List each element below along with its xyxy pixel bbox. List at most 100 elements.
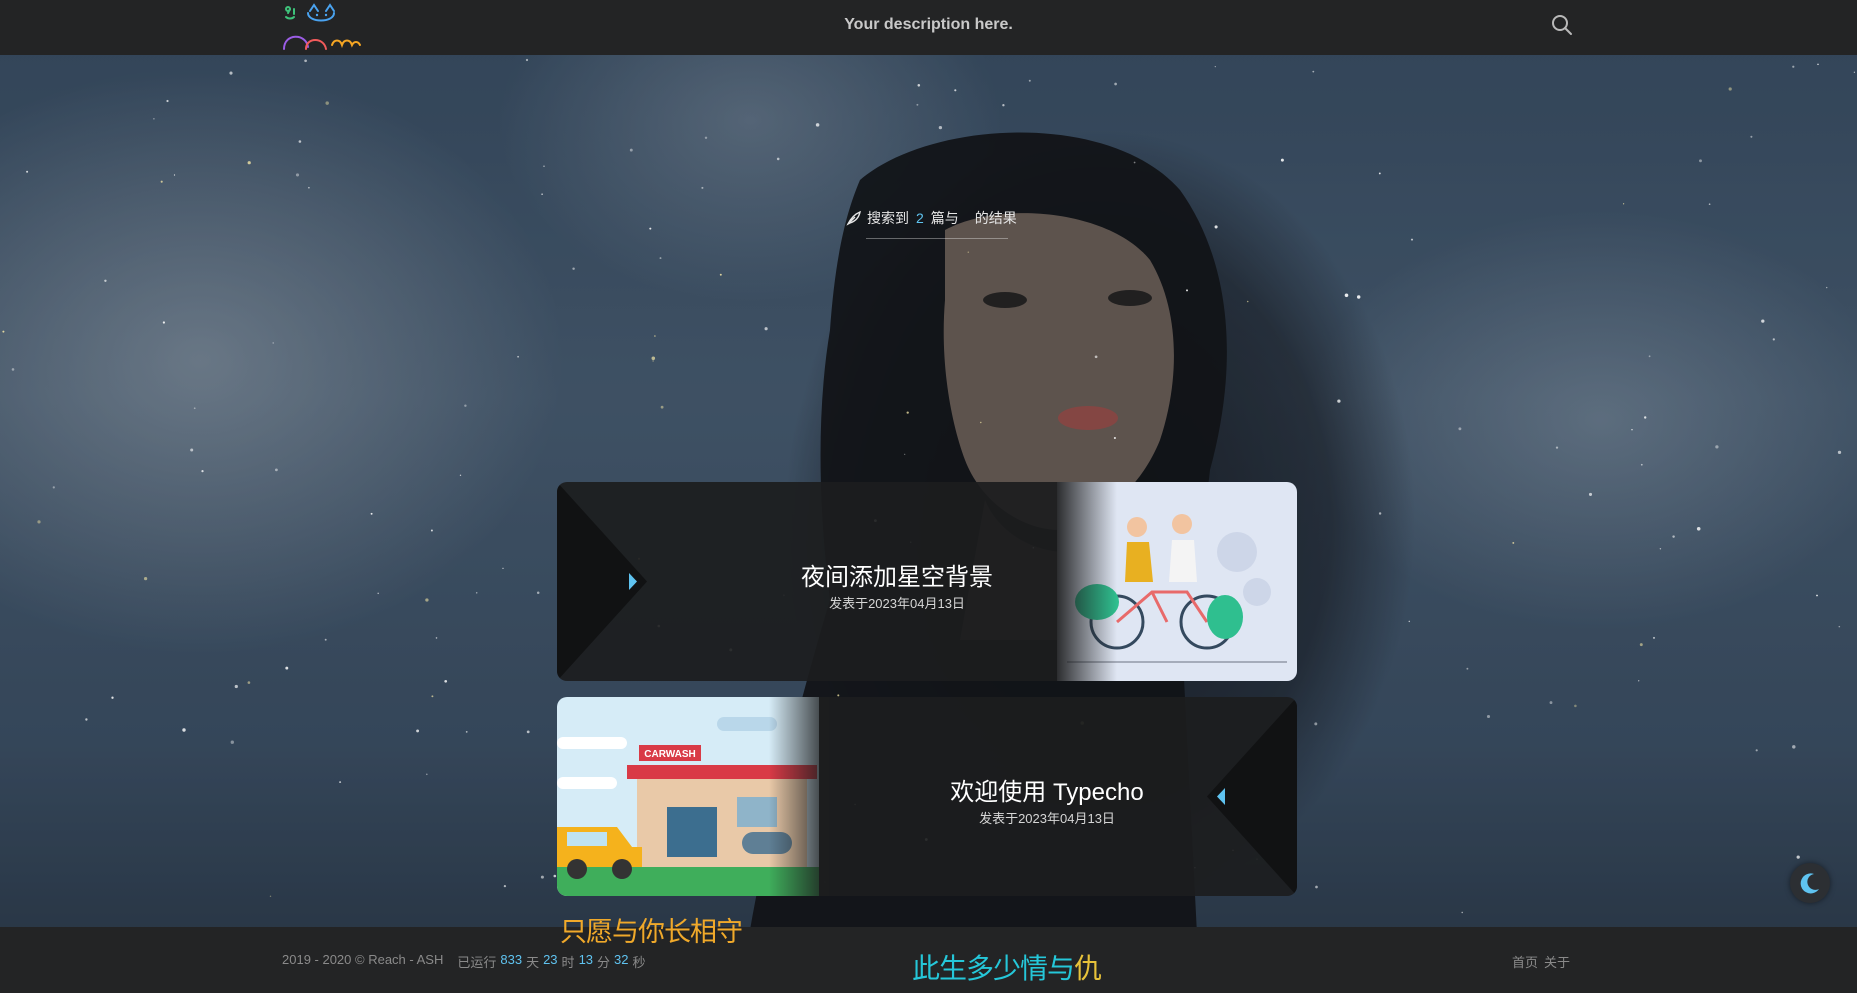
- star: [475, 592, 478, 594]
- post-title[interactable]: 欢迎使用 Typecho: [857, 772, 1297, 807]
- star: [540, 875, 544, 879]
- star: [536, 591, 540, 594]
- runtime-seconds: 32: [614, 952, 629, 967]
- star: [435, 637, 438, 639]
- star: [377, 592, 379, 595]
- footer-link-home[interactable]: 首页: [1512, 952, 1538, 971]
- star: [1410, 238, 1414, 241]
- star: [1659, 548, 1662, 550]
- star: [1588, 492, 1593, 496]
- star: [1185, 289, 1189, 292]
- star: [308, 186, 310, 189]
- star: [431, 695, 434, 698]
- star: [1408, 620, 1411, 623]
- star: [52, 486, 55, 489]
- star: [285, 666, 289, 670]
- divider: [866, 238, 1008, 239]
- star: [1378, 172, 1381, 175]
- star: [166, 99, 169, 103]
- star: [160, 180, 163, 183]
- star: [1728, 87, 1732, 91]
- star: [1466, 667, 1469, 670]
- star: [1214, 65, 1216, 68]
- star: [967, 251, 970, 253]
- post-card[interactable]: CARWASH 欢迎使用 Typecho 发表于2023年04月13日: [557, 697, 1297, 896]
- search-result-middle: 篇与: [930, 210, 959, 226]
- star: [426, 773, 428, 776]
- star: [1792, 65, 1795, 68]
- search-result-summary: 搜索到 2 篇与 的结果: [845, 206, 1017, 230]
- star: [37, 520, 41, 524]
- star: [173, 174, 176, 176]
- star: [182, 728, 186, 732]
- star: [906, 411, 909, 414]
- post-card[interactable]: 夜间添加星空背景 发表于2023年04月13日: [557, 482, 1297, 681]
- footer-link-about[interactable]: 关于: [1544, 952, 1570, 971]
- footer-copyright: 2019 - 2020 © Reach - ASH 已运行 833 天 23 时…: [282, 952, 646, 971]
- star: [247, 681, 251, 684]
- star: [229, 71, 233, 75]
- star: [1826, 286, 1828, 289]
- runtime-days: 833: [500, 952, 523, 967]
- star: [517, 355, 519, 358]
- star: [1699, 159, 1702, 163]
- star: [764, 327, 768, 331]
- search-result-prefix: 搜索到: [867, 210, 909, 226]
- star: [1644, 416, 1647, 419]
- post-date: 发表于2023年04月13日: [829, 596, 965, 611]
- runtime-days-unit: 天: [526, 955, 540, 970]
- lyric-line-2-part-a: 此生多少情与: [912, 953, 1075, 984]
- star: [190, 448, 194, 452]
- star: [776, 157, 780, 161]
- star: [654, 335, 656, 337]
- lyric-line-1: 只愿与你长相守: [560, 917, 743, 947]
- star: [1772, 338, 1775, 341]
- star: [1113, 436, 1116, 440]
- star: [1555, 446, 1559, 449]
- feather-icon: [846, 210, 861, 226]
- search-icon[interactable]: [1550, 13, 1574, 37]
- star: [85, 718, 88, 721]
- theme-toggle-button[interactable]: [1790, 863, 1830, 903]
- star: [1761, 319, 1765, 323]
- star: [1356, 295, 1361, 299]
- star: [201, 470, 204, 473]
- star: [1486, 714, 1491, 719]
- runtime-prefix: 已运行: [457, 955, 497, 970]
- star: [298, 140, 302, 143]
- star: [660, 405, 664, 409]
- star: [1853, 71, 1856, 73]
- star: [1792, 745, 1796, 749]
- star: [1280, 158, 1284, 162]
- star: [143, 576, 148, 581]
- star: [1549, 701, 1553, 705]
- star: [416, 729, 420, 733]
- star: [295, 173, 300, 177]
- star: [1715, 445, 1719, 449]
- star: [193, 407, 196, 410]
- star: [230, 740, 234, 744]
- star: [1639, 643, 1643, 647]
- star: [543, 165, 545, 168]
- star: [525, 58, 529, 62]
- star: [1817, 63, 1819, 66]
- thumb-fade: [769, 697, 829, 896]
- star: [11, 368, 15, 371]
- star: [269, 895, 272, 897]
- star: [704, 136, 708, 140]
- runtime-hours: 23: [543, 952, 558, 967]
- star: [275, 468, 278, 472]
- star: [1133, 161, 1136, 164]
- star: [651, 356, 656, 361]
- moon-icon: [1800, 873, 1819, 894]
- star: [339, 781, 342, 784]
- star: [153, 117, 155, 120]
- star: [719, 273, 722, 276]
- star: [1816, 594, 1818, 597]
- copyright-text: 2019 - 2020 © Reach - ASH: [282, 952, 444, 967]
- star: [1796, 855, 1800, 859]
- star: [272, 342, 274, 344]
- star: [1638, 680, 1640, 682]
- star: [938, 125, 943, 130]
- post-title[interactable]: 夜间添加星空背景: [557, 557, 1127, 592]
